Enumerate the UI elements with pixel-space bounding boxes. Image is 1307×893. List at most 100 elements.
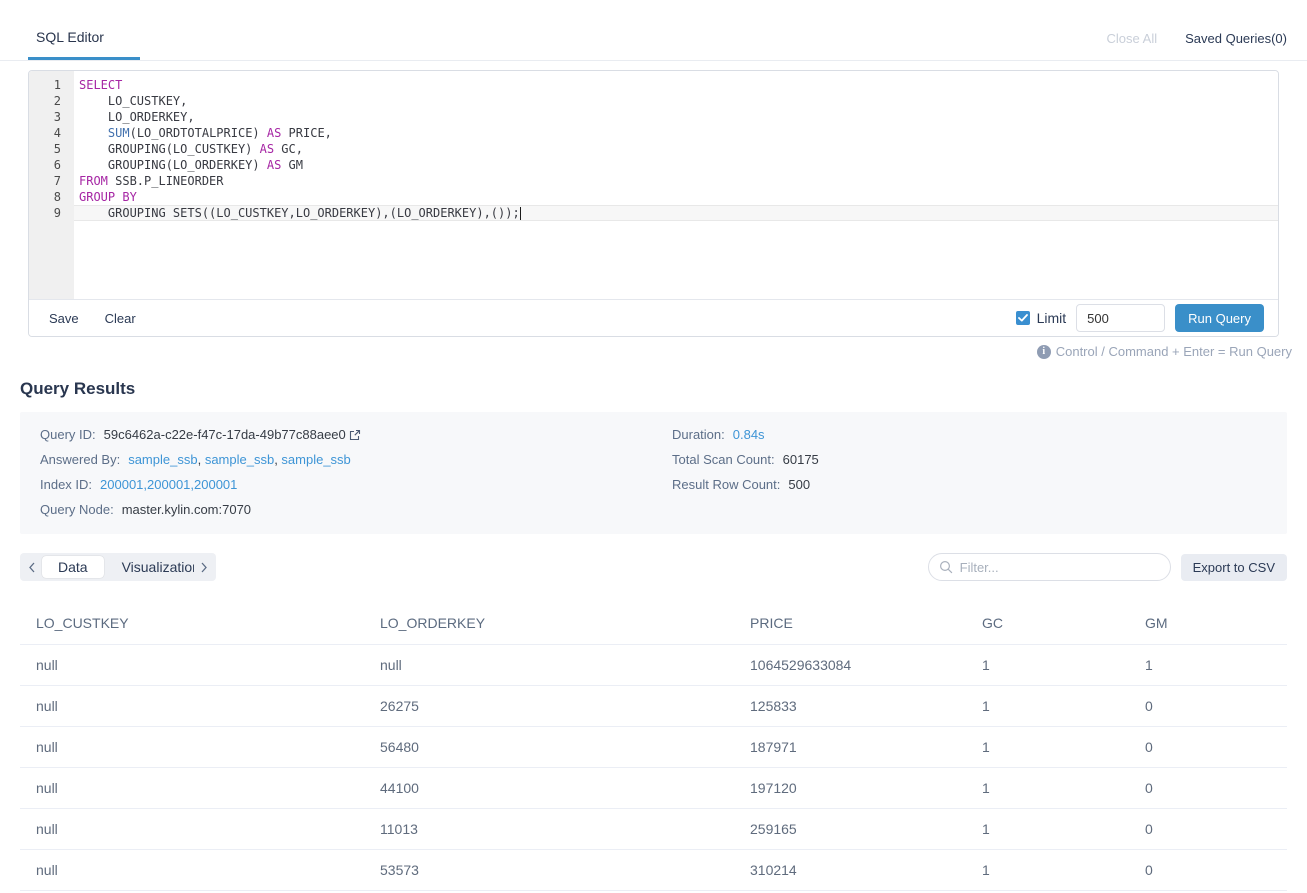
table-cell: 11013 — [364, 809, 734, 850]
tab-bar-actions: Close All Saved Queries(0) — [1107, 31, 1287, 60]
results-toolbar: Data Visualization Export to CSV — [20, 553, 1287, 581]
table-body: nullnull106452963308411null2627512583310… — [20, 645, 1287, 891]
code-token: AS — [267, 126, 281, 140]
code-token: LO_CUSTKEY, — [79, 94, 187, 108]
code-line[interactable]: GROUPING(LO_CUSTKEY) AS GC, — [74, 141, 1278, 157]
answered-by-link[interactable]: sample_ssb — [128, 452, 197, 467]
index-id-link[interactable]: 200001,200001,200001 — [100, 478, 237, 492]
code-line[interactable]: SELECT — [74, 77, 1278, 93]
run-shortcut-hint: i Control / Command + Enter = Run Query — [0, 344, 1292, 359]
code-line[interactable]: GROUPING SETS((LO_CUSTKEY,LO_ORDERKEY),(… — [74, 205, 1278, 221]
code-token: GROUP BY — [79, 190, 137, 204]
code-token: SELECT — [79, 78, 122, 92]
table-cell: 259165 — [734, 809, 966, 850]
code-token: GROUPING(LO_ORDERKEY) — [79, 158, 267, 172]
code-lines[interactable]: SELECT LO_CUSTKEY, LO_ORDERKEY, SUM(LO_O… — [74, 71, 1278, 299]
limit-input[interactable] — [1076, 304, 1165, 332]
query-id-row: Query ID: 59c6462a-c22e-f47c-17da-49b77c… — [40, 428, 672, 442]
tab-visualization[interactable]: Visualization — [106, 556, 194, 578]
clear-button[interactable]: Clear — [105, 311, 136, 326]
result-table: LO_CUSTKEYLO_ORDERKEYPRICEGCGM nullnull1… — [20, 605, 1287, 891]
code-line[interactable]: SUM(LO_ORDTOTALPRICE) AS PRICE, — [74, 125, 1278, 141]
editor-footer: Save Clear Limit Run Query — [29, 299, 1278, 336]
table-cell: 187971 — [734, 727, 966, 768]
table-row: null1101325916510 — [20, 809, 1287, 850]
query-node-row: Query Node: master.kylin.com:7070 — [40, 503, 672, 517]
code-token: (LO_ORDTOTALPRICE) — [130, 126, 267, 140]
duration-value: 0.84s — [733, 428, 765, 442]
table-cell: 310214 — [734, 850, 966, 891]
table-row: null5357331021410 — [20, 850, 1287, 891]
query-id-value: 59c6462a-c22e-f47c-17da-49b77c88aee0 — [104, 428, 346, 442]
column-header: GM — [1129, 605, 1287, 645]
save-button[interactable]: Save — [49, 311, 79, 326]
query-results-summary: Query ID: 59c6462a-c22e-f47c-17da-49b77c… — [20, 412, 1287, 534]
code-token: SUM — [108, 126, 130, 140]
total-scan-row: Total Scan Count: 60175 — [672, 453, 1267, 467]
line-number: 8 — [29, 189, 61, 205]
table-row: null4410019712010 — [20, 768, 1287, 809]
chevron-right-icon[interactable] — [196, 555, 212, 579]
code-token — [79, 126, 108, 140]
table-cell: 44100 — [364, 768, 734, 809]
table-cell: 0 — [1129, 809, 1287, 850]
code-line[interactable]: LO_ORDERKEY, — [74, 109, 1278, 125]
text-cursor — [520, 207, 521, 220]
column-header: LO_CUSTKEY — [20, 605, 364, 645]
summary-left-column: Query ID: 59c6462a-c22e-f47c-17da-49b77c… — [40, 428, 672, 528]
export-csv-button[interactable]: Export to CSV — [1181, 554, 1287, 581]
filter-input[interactable] — [928, 553, 1171, 581]
saved-queries-button[interactable]: Saved Queries(0) — [1185, 31, 1287, 46]
line-number: 2 — [29, 93, 61, 109]
total-scan-label: Total Scan Count: — [672, 453, 775, 467]
table-cell: 197120 — [734, 768, 966, 809]
chevron-left-icon[interactable] — [24, 555, 40, 579]
code-token: LO_ORDERKEY, — [79, 110, 195, 124]
close-all-button[interactable]: Close All — [1107, 31, 1158, 46]
code-token: GM — [281, 158, 303, 172]
table-cell: null — [20, 809, 364, 850]
tab-data[interactable]: Data — [42, 556, 104, 578]
checkmark-icon — [1018, 314, 1028, 322]
table-cell: 1 — [966, 768, 1129, 809]
run-controls: Limit Run Query — [1016, 304, 1264, 332]
table-cell: 1064529633084 — [734, 645, 966, 686]
tab-sql-editor[interactable]: SQL Editor — [28, 29, 140, 60]
code-editor[interactable]: 123456789 SELECT LO_CUSTKEY, LO_ORDERKEY… — [29, 71, 1278, 299]
code-token: SSB.P_LINEORDER — [108, 174, 224, 188]
answered-by-link[interactable]: sample_ssb — [281, 452, 350, 467]
result-row-count-label: Result Row Count: — [672, 478, 780, 492]
line-number: 1 — [29, 77, 61, 93]
table-header-row: LO_CUSTKEYLO_ORDERKEYPRICEGCGM — [20, 605, 1287, 645]
line-number: 9 — [29, 205, 61, 221]
table-cell: null — [20, 686, 364, 727]
duration-row: Duration: 0.84s — [672, 428, 1267, 442]
limit-checkbox[interactable] — [1016, 311, 1030, 325]
table-cell: 26275 — [364, 686, 734, 727]
external-link-icon[interactable] — [349, 429, 361, 441]
code-token: PRICE, — [281, 126, 332, 140]
query-results-title: Query Results — [20, 379, 1307, 399]
code-token: GROUPING(LO_CUSTKEY) — [79, 142, 260, 156]
code-line[interactable]: GROUP BY — [74, 189, 1278, 205]
line-number: 6 — [29, 157, 61, 173]
table-cell: 0 — [1129, 850, 1287, 891]
column-header: GC — [966, 605, 1129, 645]
answered-by-links: sample_ssb, sample_ssb, sample_ssb — [128, 453, 351, 467]
table-header: LO_CUSTKEYLO_ORDERKEYPRICEGCGM — [20, 605, 1287, 645]
run-query-button[interactable]: Run Query — [1175, 304, 1264, 332]
code-line[interactable]: GROUPING(LO_ORDERKEY) AS GM — [74, 157, 1278, 173]
line-number: 5 — [29, 141, 61, 157]
summary-right-column: Duration: 0.84s Total Scan Count: 60175 … — [672, 428, 1267, 528]
index-id-label: Index ID: — [40, 478, 92, 492]
code-line[interactable]: FROM SSB.P_LINEORDER — [74, 173, 1278, 189]
line-number: 4 — [29, 125, 61, 141]
answered-by-link[interactable]: sample_ssb — [205, 452, 274, 467]
table-row: null2627512583310 — [20, 686, 1287, 727]
table-cell: 0 — [1129, 727, 1287, 768]
table-row: nullnull106452963308411 — [20, 645, 1287, 686]
result-row-count-value: 500 — [788, 478, 810, 492]
code-line[interactable]: LO_CUSTKEY, — [74, 93, 1278, 109]
index-id-row: Index ID: 200001,200001,200001 — [40, 478, 672, 492]
view-switcher: Data Visualization — [20, 553, 216, 581]
